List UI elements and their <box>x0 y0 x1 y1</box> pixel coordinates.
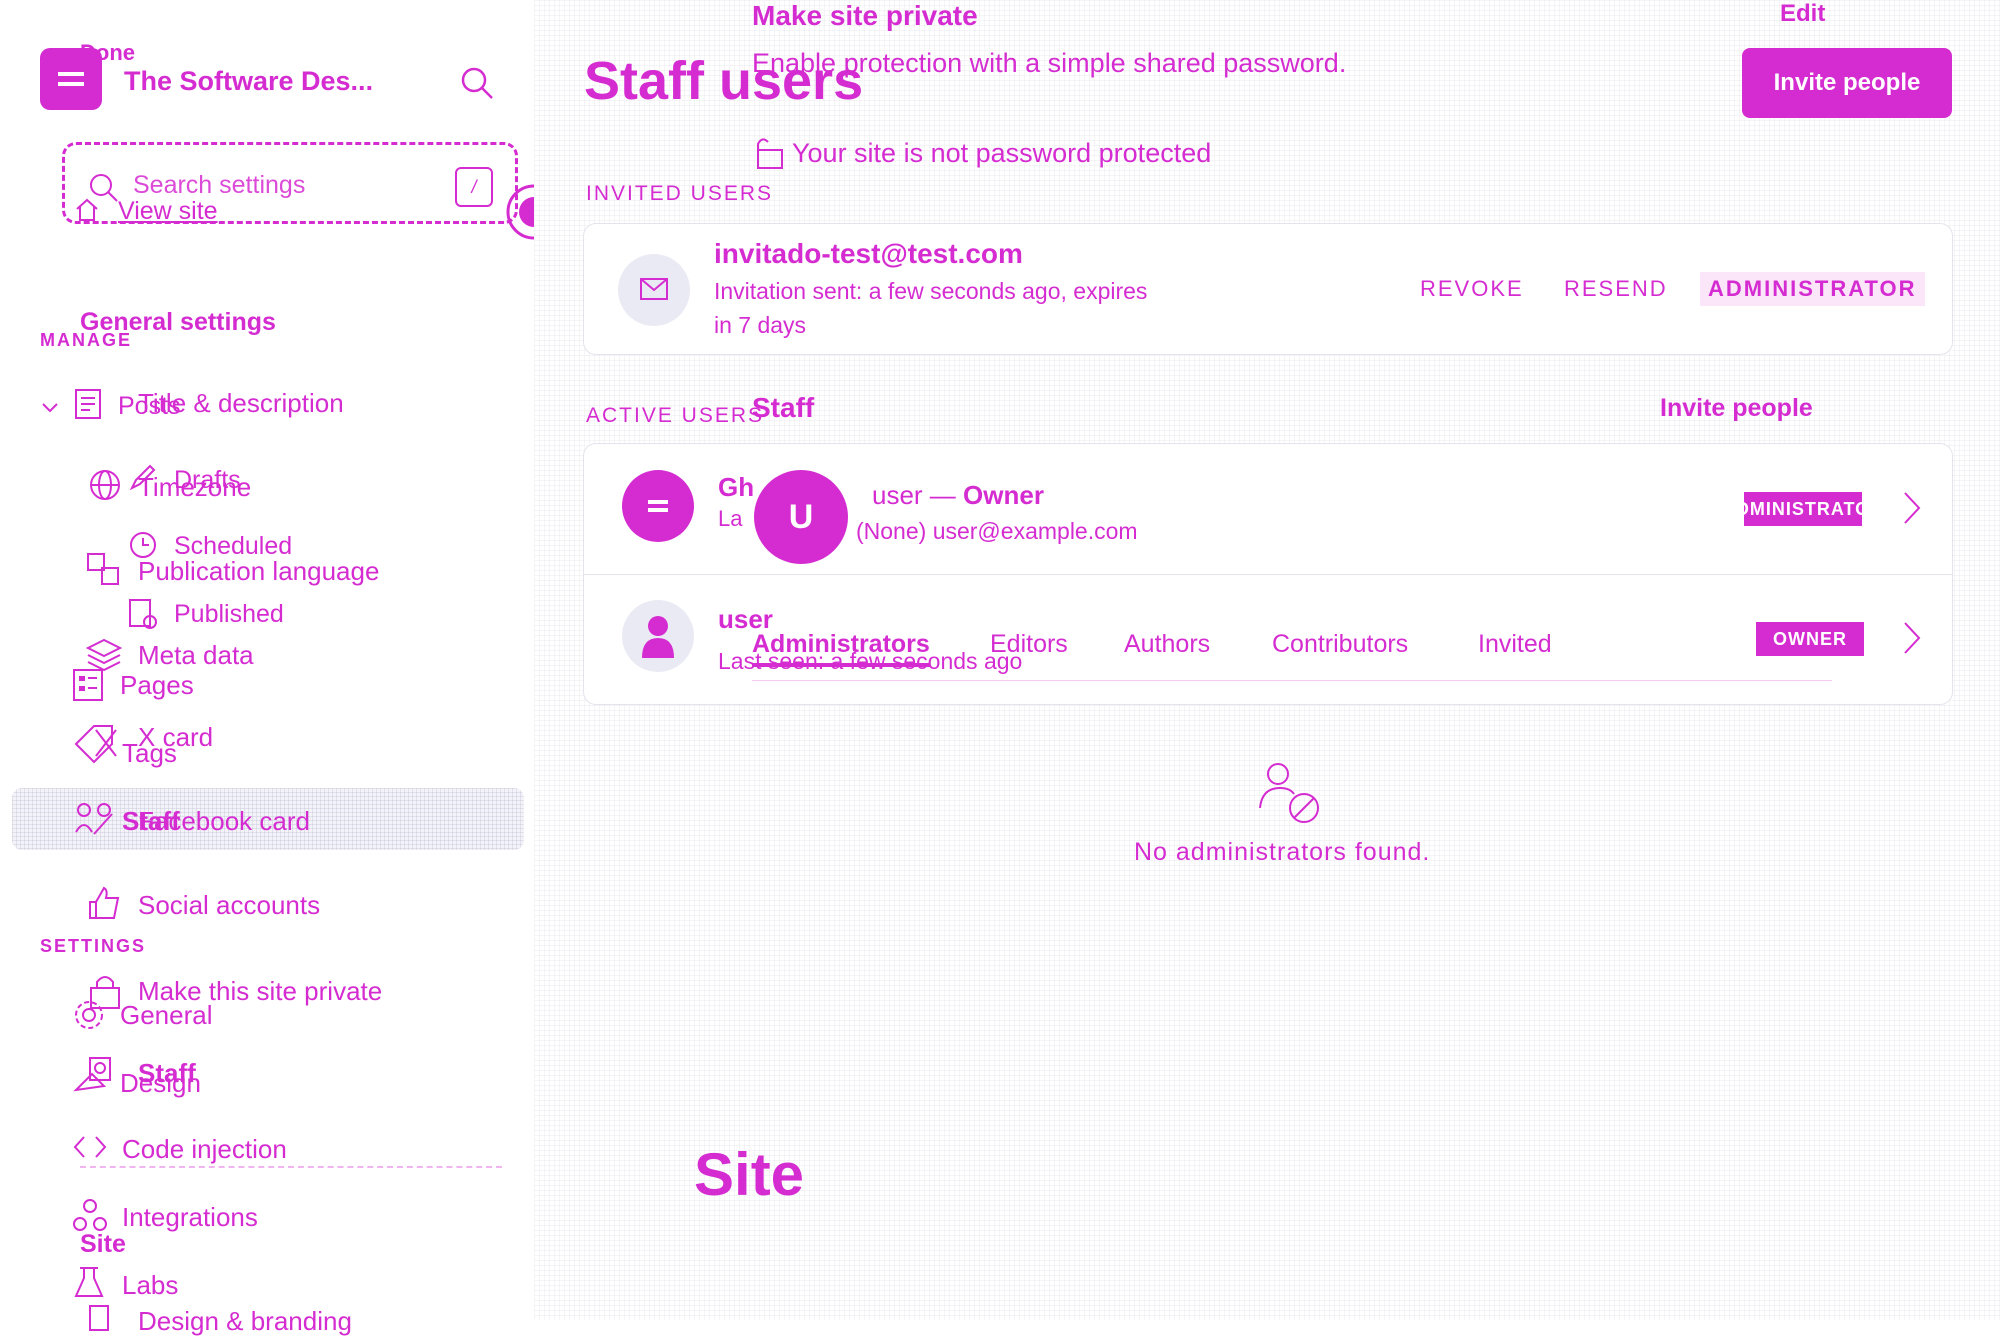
invite-avatar <box>618 254 690 326</box>
empty-state-text: No administrators found. <box>1134 838 1431 866</box>
pages-icon <box>73 669 103 701</box>
invited-email: invitado-test@test.com <box>714 238 1023 269</box>
page-title: Staff users <box>584 51 864 111</box>
role-badge-administrator[interactable]: ADMINISTRATOR <box>1700 272 1925 306</box>
owner-avatar: U <box>754 470 848 564</box>
invite-people-link[interactable]: Invite people <box>1660 394 1813 423</box>
owner-line: user — Owner <box>872 480 1044 511</box>
code-icon <box>73 1136 107 1158</box>
view-site-link[interactable]: View site <box>74 196 218 226</box>
site-name: The Software Des... <box>124 66 374 96</box>
invite-people-button[interactable]: Invite people <box>1742 48 1952 118</box>
tab-contributors[interactable]: Contributors <box>1272 630 1408 659</box>
invitation-status-line2: in 7 days <box>714 312 807 338</box>
timezone-item[interactable]: Timezone <box>138 472 251 503</box>
user-avatar <box>622 600 694 672</box>
home-icon <box>76 198 98 221</box>
tag-icon <box>74 725 117 764</box>
invitation-status-line1: Invitation sent: a few seconds ago, expi… <box>714 278 1148 304</box>
search-icon[interactable] <box>460 66 494 100</box>
brush-icon <box>89 1305 109 1331</box>
tags-nav-item[interactable]: Tags <box>122 738 177 769</box>
globe-icon <box>90 470 120 500</box>
chevron-right-icon[interactable] <box>1902 490 1922 526</box>
integrations-icon <box>73 1199 107 1231</box>
divider <box>80 1166 502 1168</box>
site-heading: Site <box>80 1230 126 1258</box>
meta-data-item[interactable]: Meta data <box>138 640 254 671</box>
tab-invited[interactable]: Invited <box>1478 630 1552 659</box>
unlock-icon <box>757 138 783 169</box>
user-icon <box>642 616 674 658</box>
code-injection-item[interactable]: Code injection <box>122 1134 287 1165</box>
tab-administrators[interactable]: Administrators <box>752 630 930 667</box>
published-icon <box>129 599 157 629</box>
facebook-card-item[interactable]: Facebook card <box>138 806 310 837</box>
role-badge-owner: OWNER <box>1756 622 1864 656</box>
layers-icon <box>85 638 123 672</box>
owner-name: user — <box>872 480 964 510</box>
owner-role: Owner <box>963 480 1044 510</box>
user-name: Gh <box>718 472 755 502</box>
general-nav-item[interactable]: General <box>120 1000 213 1031</box>
gear-icon <box>75 1001 103 1029</box>
invited-users-label: INVITED USERS <box>586 182 774 205</box>
flask-icon <box>74 1267 104 1297</box>
view-site-label: View site <box>118 196 218 225</box>
chevron-down-icon[interactable] <box>40 398 60 418</box>
design-branding-item[interactable]: Design & branding <box>138 1306 352 1337</box>
owner-email: (None) user@example.com <box>856 518 1138 544</box>
password-status-text: Your site is not password protected <box>792 138 1212 168</box>
make-site-private-title: Make site private <box>752 0 978 31</box>
revoke-button[interactable]: REVOKE <box>1420 276 1524 302</box>
labs-item[interactable]: Labs <box>122 1270 178 1301</box>
tab-editors[interactable]: Editors <box>990 630 1068 659</box>
published-item[interactable]: Published <box>174 600 284 629</box>
site-logo-icon <box>40 48 102 110</box>
staff-heading: Staff <box>752 392 815 423</box>
pages-nav-item[interactable]: Pages <box>120 670 194 701</box>
chevron-right-icon[interactable] <box>1902 620 1922 656</box>
staff-icon <box>75 803 113 835</box>
envelope-icon <box>640 278 668 300</box>
invited-user-card: invitado-test@test.com Invitation sent: … <box>584 224 1952 354</box>
ghost-user-avatar <box>622 470 694 542</box>
tab-authors[interactable]: Authors <box>1124 630 1210 659</box>
user-last-seen: La <box>718 506 743 531</box>
settings-section-label: SETTINGS <box>40 936 147 956</box>
posts-icon <box>75 389 101 419</box>
no-users-icon <box>1259 763 1319 823</box>
design-nav-item[interactable]: Design <box>120 1068 201 1099</box>
design-icon <box>73 1057 111 1092</box>
role-badge: ADMINISTRATOR <box>1722 492 1883 526</box>
title-description-item[interactable]: Title & description <box>138 388 344 419</box>
site-section-heading: Site <box>694 1141 805 1208</box>
settings-sidebar: Done The Software Des... Search settings… <box>0 0 562 1336</box>
row-divider <box>584 574 1952 575</box>
integrations-item[interactable]: Integrations <box>122 1202 258 1233</box>
manage-section-label: MANAGE <box>40 330 132 350</box>
thumbs-up-icon <box>89 886 120 919</box>
social-accounts-item[interactable]: Social accounts <box>138 890 320 921</box>
search-shortcut-key: / <box>455 167 493 207</box>
translate-icon <box>87 553 119 585</box>
tabs-divider <box>752 680 1832 681</box>
edit-link[interactable]: Edit <box>1780 0 1825 28</box>
active-users-label: ACTIVE USERS <box>586 404 765 427</box>
publication-language-item[interactable]: Publication language <box>138 556 379 587</box>
resend-button[interactable]: RESEND <box>1564 276 1668 302</box>
